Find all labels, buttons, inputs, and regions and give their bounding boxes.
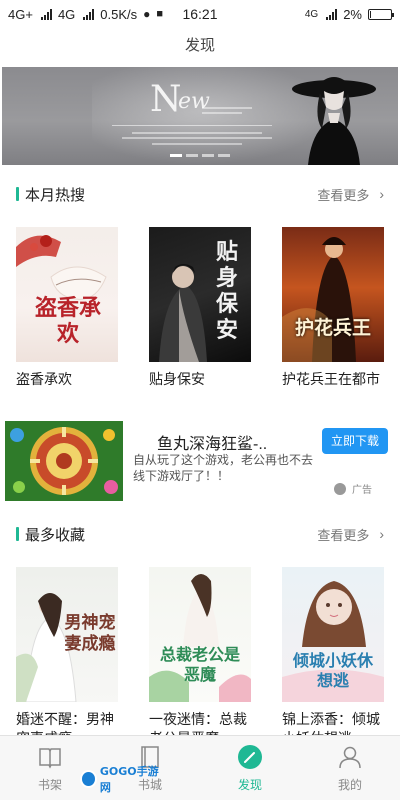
- section-title: 本月热搜: [25, 186, 86, 204]
- book-card[interactable]: 护花兵王 护花兵王在都市: [282, 227, 384, 389]
- download-button[interactable]: 立即下载: [322, 428, 388, 454]
- book-cover-text: 贴身保安: [215, 239, 238, 343]
- carousel-dot[interactable]: [218, 154, 230, 157]
- banner-letter-n: N: [150, 79, 181, 120]
- watermark-icon: [80, 770, 97, 788]
- ad-thumbnail: [5, 421, 123, 501]
- book-cover: 护花兵王: [282, 227, 384, 362]
- carousel-dot[interactable]: [170, 154, 182, 157]
- book-cover: 倾城小妖休想逃: [282, 567, 384, 702]
- view-more-button[interactable]: 查看更多 ›: [317, 185, 384, 204]
- book-card[interactable]: 总裁老公是恶魔 一夜迷情：总裁老公是恶魔: [149, 567, 251, 748]
- book-card[interactable]: 男神宠妻成瘾 婚迷不醒：男神宠妻成瘾: [16, 567, 118, 748]
- banner-letters-ew: ew: [178, 89, 210, 114]
- book-cover-text: 盗香承欢: [34, 295, 101, 347]
- book-icon: [39, 748, 61, 769]
- battery-percent: 2%: [343, 6, 362, 22]
- section-accent-bar: [16, 187, 19, 201]
- view-more-label: 查看更多: [317, 187, 370, 203]
- banner-carousel[interactable]: N ew: [2, 67, 398, 165]
- network-type-1: 4G+: [8, 6, 33, 22]
- book-cover-text: 总裁老公是恶魔: [159, 645, 240, 684]
- book-title: 护花兵王在都市: [282, 371, 380, 387]
- book-cover-text: 倾城小妖休想逃: [292, 651, 373, 690]
- book-row-most-favorited: 男神宠妻成瘾 婚迷不醒：男神宠妻成瘾 总裁老公是恶魔 一夜迷情：总裁老公是恶魔: [0, 567, 400, 748]
- book-title: 盗香承欢: [16, 371, 72, 387]
- book-card[interactable]: 贴身保安 贴身保安: [149, 227, 251, 389]
- section-header-most-favorited: 最多收藏 查看更多 ›: [0, 522, 400, 546]
- message-icon: ■: [156, 8, 164, 20]
- carousel-dot[interactable]: [202, 154, 214, 157]
- compass-icon: [238, 745, 262, 769]
- book-cover: 男神宠妻成瘾: [16, 567, 118, 702]
- section-title: 最多收藏: [25, 526, 86, 544]
- nav-label: 我的: [337, 778, 362, 792]
- chevron-right-icon: ›: [379, 186, 384, 202]
- book-card[interactable]: 盗香承欢 盗香承欢: [16, 227, 118, 389]
- network-type-2: 4G: [57, 6, 76, 22]
- signal-icon: [40, 8, 52, 20]
- book-cover-text: 男神宠妻成瘾: [64, 613, 116, 654]
- book-cover: 总裁老公是恶魔: [149, 567, 251, 702]
- book-cover-text: 护花兵王: [294, 317, 371, 339]
- page-title: 发现: [184, 37, 215, 54]
- ad-description: 自从玩了这个游戏，老公再也不去线下游戏厅了！！: [133, 453, 314, 483]
- section-header-monthly-hot: 本月热搜 查看更多 ›: [0, 182, 400, 206]
- nav-label: 书架: [37, 778, 62, 792]
- qq-icon: ●: [143, 7, 151, 21]
- view-more-button[interactable]: 查看更多 ›: [317, 525, 384, 544]
- ad-label: 广告: [334, 481, 372, 496]
- ad-label-text: 广告: [352, 485, 372, 496]
- section-accent-bar: [16, 527, 19, 541]
- book-row-monthly-hot: 盗香承欢 盗香承欢 贴身保安 贴身保安 护花兵王 护花兵王在都市: [0, 227, 400, 389]
- ad-banner[interactable]: 鱼丸深海狂鲨-.. 自从玩了这个游戏，老公再也不去线下游戏厅了！！ 立即下载 广…: [0, 418, 400, 506]
- chevron-right-icon: ›: [379, 526, 384, 542]
- nav-discover[interactable]: 发现: [200, 736, 300, 800]
- book-cover: 贴身保安: [149, 227, 251, 362]
- carousel-dot[interactable]: [186, 154, 198, 157]
- book-cover: 盗香承欢: [16, 227, 118, 362]
- book-card[interactable]: 倾城小妖休想逃 锦上添香：倾城小妖休想逃: [282, 567, 384, 748]
- status-bar: 4G+ 4G 0.5K/s ● ■ 16:21 4G 2%: [0, 0, 400, 28]
- ad-title: 鱼丸深海狂鲨-..: [157, 436, 268, 453]
- book-title: 贴身保安: [149, 371, 205, 387]
- network-speed: 0.5K/s: [100, 6, 138, 22]
- nav-mine[interactable]: 我的: [300, 736, 400, 800]
- view-more-label: 查看更多: [317, 527, 370, 543]
- ad-info-icon: [334, 482, 346, 495]
- battery-icon: [368, 8, 394, 20]
- network-type-right: 4G: [304, 8, 319, 20]
- watermark-logo: GOGO手游网: [80, 765, 164, 794]
- nav-label: 发现: [237, 778, 262, 792]
- bottom-navigation: 书架 书城 发现 我的: [0, 735, 400, 800]
- watermark-text: GOGO手游网: [99, 765, 159, 794]
- carousel-dots: [2, 154, 398, 157]
- signal-icon-right: [326, 8, 338, 20]
- signal-icon-2: [83, 8, 95, 20]
- person-icon: [339, 746, 361, 769]
- banner-woman-image: [292, 77, 376, 165]
